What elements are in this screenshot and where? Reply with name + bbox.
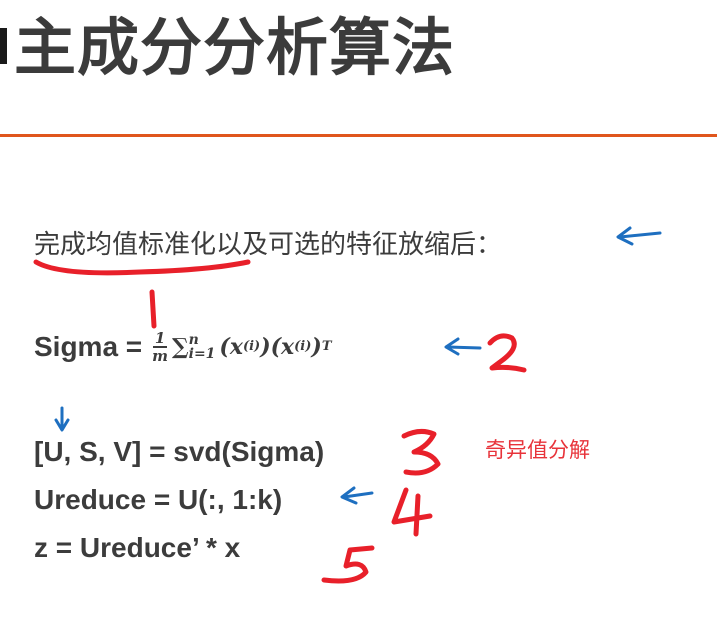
page-title: 主成分分析算法 — [14, 11, 456, 84]
term1-superscript: (i) — [242, 339, 261, 355]
red-mark-1 — [149, 289, 157, 329]
red-mark-4 — [391, 487, 433, 537]
term1-close: ) — [260, 333, 271, 360]
title-accent-bar — [0, 28, 7, 64]
fraction-denominator: m — [152, 346, 169, 365]
ureduce-formula: Ureduce = U(:, 1:k) — [34, 484, 283, 515]
blue-arrow-intro — [616, 226, 662, 246]
z-formula: z = Ureduce’ * x — [34, 532, 241, 563]
svd-note: 奇异值分解 — [485, 438, 590, 462]
sum-upper: n — [188, 331, 199, 348]
fraction-numerator: 1 — [154, 329, 166, 347]
sigma-label: Sigma = — [34, 330, 143, 362]
blue-arrow-ureduce — [340, 486, 374, 505]
sigma-expression: 1 m ∑ n i=1 (x (i)) (x (i)) T — [152, 330, 331, 364]
sum-symbol: ∑ — [172, 333, 189, 360]
intro-text: 完成均值标准化以及可选的特征放缩后： — [34, 230, 503, 260]
red-mark-2 — [487, 333, 527, 373]
term2-close: ) — [311, 333, 322, 360]
sigma-formula: Sigma = 1 m ∑ n i=1 (x (i)) (x (i)) T — [34, 330, 332, 364]
term2-superscript: (i) — [294, 339, 312, 355]
transpose-superscript: T — [321, 339, 332, 355]
blue-arrow-sigma — [444, 337, 482, 356]
blue-arrow-down — [54, 406, 70, 432]
svd-formula: [U, S, V] = svd(Sigma) — [34, 436, 325, 467]
red-mark-3 — [401, 428, 441, 476]
sum-lower: i=1 — [188, 345, 216, 362]
fraction: 1 m — [152, 330, 168, 364]
red-underline — [33, 259, 251, 276]
term2: (x — [270, 333, 295, 360]
term1: (x — [219, 333, 243, 360]
sum-limits: n i=1 — [189, 333, 216, 361]
title-divider — [0, 134, 717, 137]
red-mark-5 — [321, 545, 375, 584]
